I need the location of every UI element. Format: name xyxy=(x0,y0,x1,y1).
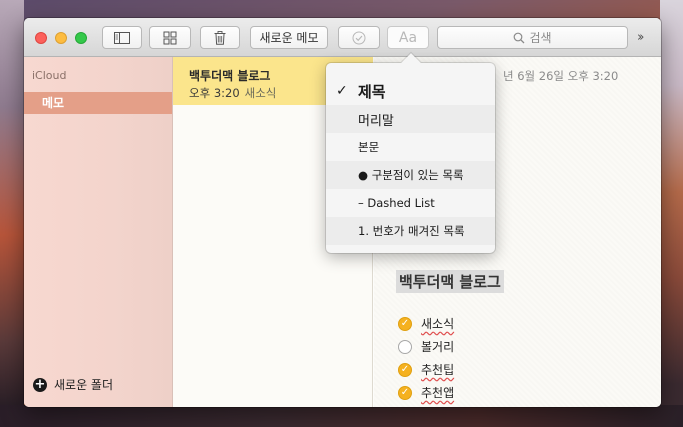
new-note-button[interactable]: 새로운 메모 xyxy=(250,26,328,49)
unchecked-circle-icon[interactable] xyxy=(398,339,412,354)
search-field[interactable]: 검색 xyxy=(437,26,628,49)
checklist-item[interactable]: ✓ 추천팁 xyxy=(398,358,454,381)
grid-icon xyxy=(163,31,177,44)
menu-item-heading-style[interactable]: 머리말 xyxy=(326,105,495,133)
checklist-item[interactable]: ✓ 추천앱 xyxy=(398,381,454,404)
menu-item-label: 1. 번호가 매겨진 목록 xyxy=(358,224,465,238)
checklist-button[interactable] xyxy=(338,26,380,49)
sidebar-item-notes[interactable]: 메모 xyxy=(24,92,172,114)
desktop-background-bottom xyxy=(0,405,683,427)
close-button[interactable] xyxy=(35,32,47,44)
plus-circle-icon: + xyxy=(33,376,47,392)
checkmark-icon: ✓ xyxy=(336,83,348,99)
sidebar-toggle-button[interactable] xyxy=(102,26,142,49)
menu-item-label: 제목 xyxy=(358,82,386,101)
desktop-background-left xyxy=(0,0,24,427)
note-date: 년 6월 26일 오후 3:20 xyxy=(503,69,619,83)
toolbar: 새로운 메모 Aa 검색 ›› xyxy=(24,18,661,57)
menu-item-label: – Dashed List xyxy=(358,196,435,210)
menu-item-body-style[interactable]: 본문 xyxy=(326,133,495,161)
checklist-item[interactable]: 볼거리 xyxy=(398,335,454,358)
menu-item-title-style[interactable]: ✓ 제목 xyxy=(326,77,495,105)
zoom-button[interactable] xyxy=(75,32,87,44)
minimize-button[interactable] xyxy=(55,32,67,44)
menu-item-label: ● 구분점이 있는 목록 xyxy=(358,168,464,182)
menu-item-label: 본문 xyxy=(358,140,380,154)
sidebar-icon xyxy=(114,31,130,44)
checked-circle-icon[interactable]: ✓ xyxy=(398,385,412,400)
checklist-item-text: 새소식 xyxy=(421,317,455,331)
menu-item-dashed-list[interactable]: – Dashed List xyxy=(326,189,495,217)
note-heading[interactable]: 백투더맥 블로그 xyxy=(396,270,504,293)
checklist-item[interactable]: ✓ 새소식 xyxy=(398,312,454,335)
checked-circle-icon[interactable]: ✓ xyxy=(398,362,412,377)
delete-note-button[interactable] xyxy=(200,26,240,49)
chevrons-right-icon[interactable]: ›› xyxy=(637,30,645,45)
search-placeholder: 검색 xyxy=(529,31,552,45)
menu-item-numbered-list[interactable]: 1. 번호가 매겨진 목록 xyxy=(326,217,495,245)
note-meta: 오후 3:20 새소식 xyxy=(189,85,276,101)
desktop-background-right xyxy=(660,0,683,427)
checked-circle-icon[interactable]: ✓ xyxy=(398,316,412,331)
note-title: 백투더맥 블로그 xyxy=(189,69,271,83)
checklist-item-text: 추천앱 xyxy=(421,386,455,400)
new-folder-label: 새로운 폴더 xyxy=(54,378,114,392)
checklist-item-text: 추천팁 xyxy=(421,363,455,377)
menu-item-label: 머리말 xyxy=(358,113,394,129)
note-preview: 새소식 xyxy=(244,86,277,100)
search-icon xyxy=(514,32,525,43)
format-popover-menu: ✓ 제목 머리말 본문 ● 구분점이 있는 목록 – Dashed List 1… xyxy=(326,53,495,253)
trash-icon xyxy=(214,30,226,45)
checkmark-circle-icon xyxy=(352,31,366,44)
menu-item-bulleted-list[interactable]: ● 구분점이 있는 목록 xyxy=(326,161,495,189)
new-folder-button[interactable]: + 새로운 폴더 xyxy=(33,376,113,393)
checklist-item-text: 볼거리 xyxy=(421,340,455,354)
note-time: 오후 3:20 xyxy=(189,86,240,100)
format-button[interactable]: Aa xyxy=(387,26,429,49)
sidebar-account-header: iCloud xyxy=(32,69,67,82)
checklist: ✓ 새소식 볼거리 ✓ 추천팁 ✓ 추천앱 xyxy=(398,312,454,404)
attachments-browser-button[interactable] xyxy=(149,26,191,49)
sidebar: iCloud 메모 + 새로운 폴더 xyxy=(24,57,173,407)
